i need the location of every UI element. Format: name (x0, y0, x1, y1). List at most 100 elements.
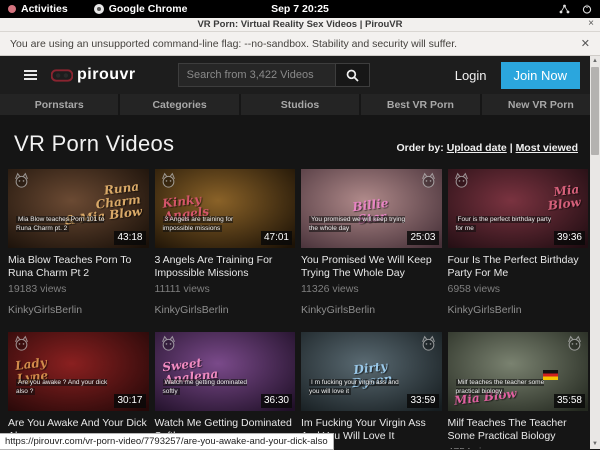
video-thumbnail[interactable]: LadyLyne Are you awake ? And your dick a… (8, 332, 149, 411)
video-thumbnail[interactable]: DirtyDyson I m fucking your virgin ass a… (301, 332, 442, 411)
video-thumbnail[interactable]: Mia Blow Milf teaches the teacher some p… (448, 332, 589, 411)
vr-goggles-icon (51, 69, 73, 82)
activities-label: Activities (21, 3, 68, 15)
video-card[interactable]: Mia Blow Milf teaches the teacher some p… (448, 332, 589, 449)
chrome-icon (94, 4, 104, 14)
nav-item-best-vr-porn[interactable]: Best VR Porn (361, 94, 479, 115)
thumbnail-caption: I m fucking your virgin ass and you will… (309, 378, 410, 398)
video-views: 11111 views (155, 283, 296, 295)
nav-item-studios[interactable]: Studios (241, 94, 359, 115)
video-thumbnail[interactable]: RunaCharm& Mia Blow Mia Blow teaches Por… (8, 169, 149, 248)
thumbnail-performer-name: MiaBlow (546, 183, 582, 212)
infobar-message: You are using an unsupported command-lin… (10, 38, 457, 50)
video-thumbnail[interactable]: SweetAnalena Watch me getting dominated … (155, 332, 296, 411)
duration-badge: 35:58 (554, 394, 585, 408)
video-card[interactable]: RunaCharm& Mia Blow Mia Blow teaches Por… (8, 169, 149, 316)
video-thumbnail[interactable]: KinkyAngels 3 Angels are training for im… (155, 169, 296, 248)
search-icon (346, 69, 359, 82)
activities-button[interactable]: Activities (8, 3, 68, 15)
browser-titlebar: VR Porn: Virtual Reality Sex Videos | Pi… (0, 18, 600, 32)
video-thumbnail[interactable]: BillieStar You promised we will keep try… (301, 169, 442, 248)
video-studio-link[interactable]: KinkyGirlsBerlin (8, 304, 149, 316)
orderby-label: Order by: (397, 142, 444, 154)
video-thumbnail[interactable]: MiaBlow Four is the perfect birthday par… (448, 169, 589, 248)
site-logo[interactable]: pirouvr (51, 66, 136, 84)
app-menu-label: Google Chrome (109, 3, 188, 15)
thumbnail-caption: Four is the perfect birthday party for m… (456, 215, 557, 235)
duration-badge: 36:30 (261, 394, 292, 408)
app-menu-chrome[interactable]: Google Chrome (94, 3, 188, 15)
thumbnail-caption: Mia Blow teaches Porn 101 to Runa Charm … (16, 215, 117, 235)
video-title-link[interactable]: Four Is The Perfect Birthday Party For M… (448, 254, 589, 279)
nav-item-new-vr-porn[interactable]: New VR Porn (482, 94, 600, 115)
video-title-link[interactable]: Mia Blow Teaches Porn To Runa Charm Pt 2 (8, 254, 149, 279)
join-now-button[interactable]: Join Now (501, 62, 580, 89)
video-title-link[interactable]: Milf Teaches The Teacher Some Practical … (448, 417, 589, 442)
video-title-link[interactable]: You Promised We Will Keep Trying The Who… (301, 254, 442, 279)
video-card[interactable]: BillieStar You promised we will keep try… (301, 169, 442, 316)
window-close-button[interactable]: × (588, 18, 594, 29)
web-page: ▲ ▼ pirouvr Login Join Now (0, 56, 600, 449)
duration-badge: 39:36 (554, 231, 585, 245)
thumbnail-performer-name: SweetAnalena (161, 355, 218, 387)
search-input[interactable] (178, 63, 336, 87)
duration-badge: 47:01 (261, 231, 292, 245)
studio-cat-mask-logo (420, 172, 437, 189)
thumbnail-caption: You promised we will keep trying the who… (309, 215, 410, 235)
power-icon[interactable] (582, 4, 592, 14)
thumbnail-caption: Are you awake ? And your dick also ? (16, 378, 117, 398)
thumbnail-performer-name: DirtyDyson (301, 354, 442, 396)
video-studio-link[interactable]: KinkyGirlsBerlin (155, 304, 296, 316)
studio-cat-mask-logo (453, 172, 470, 189)
system-clock[interactable]: Sep 7 20:25 (0, 3, 600, 15)
studio-cat-mask-logo (160, 335, 177, 352)
video-card[interactable]: KinkyAngels 3 Angels are training for im… (155, 169, 296, 316)
thumbnail-performer-name: BillieStar (301, 191, 442, 233)
video-card[interactable]: LadyLyne Are you awake ? And your dick a… (8, 332, 149, 449)
screen: Activities Google Chrome Sep 7 20:25 VR … (0, 0, 600, 450)
video-studio-link[interactable]: KinkyGirlsBerlin (448, 304, 589, 316)
menu-hamburger-icon[interactable] (24, 70, 37, 80)
network-icon[interactable] (559, 4, 570, 14)
studio-cat-mask-logo (566, 335, 583, 352)
orderby-upload-date-link[interactable]: Upload date (447, 142, 507, 154)
orderby-most-viewed-link[interactable]: Most viewed (516, 142, 578, 154)
video-card[interactable]: DirtyDyson I m fucking your virgin ass a… (301, 332, 442, 449)
scrollbar-down-arrow[interactable]: ▼ (592, 439, 598, 449)
video-card[interactable]: SweetAnalena Watch me getting dominated … (155, 332, 296, 449)
infobar-close-button[interactable]: ✕ (581, 37, 590, 50)
login-link[interactable]: Login (455, 68, 487, 83)
main-nav: PornstarsCategoriesStudiosBest VR PornNe… (0, 94, 600, 115)
video-views: 19183 views (8, 283, 149, 295)
video-views: 4754 views (448, 446, 589, 449)
video-title-link[interactable]: 3 Angels Are Training For Impossible Mis… (155, 254, 296, 279)
scrollbar-thumb[interactable] (591, 67, 599, 155)
nav-item-categories[interactable]: Categories (120, 94, 238, 115)
studio-cat-mask-logo (13, 335, 30, 352)
studio-cat-mask-logo (160, 172, 177, 189)
thumbnail-caption: 3 Angels are training for impossible mis… (163, 215, 264, 235)
thumbnail-performer-name: LadyLyne (15, 356, 49, 385)
video-views: 6958 views (448, 283, 589, 295)
video-views: 11326 views (301, 283, 442, 295)
scrollbar-up-arrow[interactable]: ▲ (592, 56, 598, 66)
vertical-scrollbar[interactable]: ▲ ▼ (590, 56, 600, 449)
video-card[interactable]: MiaBlow Four is the perfect birthday par… (448, 169, 589, 316)
nav-item-pornstars[interactable]: Pornstars (0, 94, 118, 115)
thumbnail-caption: Milf teaches the teacher some practical … (456, 378, 557, 398)
recording-indicator-icon (8, 5, 16, 13)
studio-cat-mask-logo (420, 335, 437, 352)
german-flag (543, 370, 558, 380)
thumbnail-performer-name: RunaCharm& Mia Blow (61, 180, 143, 227)
studio-cat-mask-logo (13, 172, 30, 189)
search-bar (178, 63, 370, 87)
tab-title: VR Porn: Virtual Reality Sex Videos | Pi… (197, 19, 402, 30)
search-button[interactable] (336, 63, 370, 87)
orderby-controls: Order by: Upload date | Most viewed (397, 142, 579, 154)
chrome-infobar: You are using an unsupported command-lin… (0, 32, 600, 56)
video-studio-link[interactable]: KinkyGirlsBerlin (301, 304, 442, 316)
duration-badge: 25:03 (407, 231, 438, 245)
system-top-bar: Activities Google Chrome Sep 7 20:25 (0, 0, 600, 18)
thumbnail-performer-name: KinkyAngels (161, 192, 209, 223)
page-title: VR Porn Videos (14, 131, 174, 157)
